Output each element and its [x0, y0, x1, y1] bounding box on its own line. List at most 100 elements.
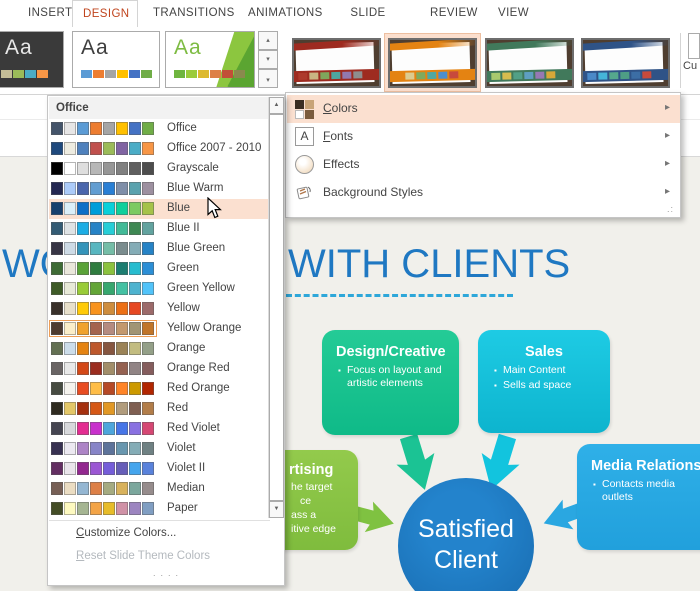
sales-title: Sales	[525, 344, 563, 360]
variant-thumbnail-1[interactable]	[292, 38, 381, 88]
tab-design[interactable]: DESIGN	[72, 0, 138, 27]
scheme-row-red[interactable]: Red	[49, 399, 269, 419]
advertising-bullet-fragment-4: itive edge	[291, 523, 336, 535]
menu-resize-grip[interactable]: .:	[667, 204, 674, 214]
themes-more-button[interactable]: ▾	[258, 69, 278, 88]
menu-item-label: Background Styles	[323, 185, 424, 199]
scheme-swatches	[51, 242, 155, 255]
scheme-row-green[interactable]: Green	[49, 259, 269, 279]
scheme-name: Red Orange	[167, 382, 230, 394]
scheme-row-yellow[interactable]: Yellow	[49, 299, 269, 319]
scheme-swatches	[51, 162, 155, 175]
satisfied-client-line2: Client	[434, 546, 498, 574]
scheme-swatches	[51, 382, 155, 395]
tab-review[interactable]: REVIEW	[420, 0, 477, 27]
scheme-name: Yellow Orange	[167, 322, 242, 334]
bullet-item: Main Content	[494, 364, 600, 377]
powerpoint-window: WO WITH CLIENTS Design/Creative Focus on…	[0, 0, 700, 591]
tab-slide-show[interactable]: SLIDE SHOW	[330, 0, 406, 46]
themes-scroll-down-button[interactable]: ▾	[258, 50, 278, 69]
scheme-row-yellow-orange[interactable]: Yellow Orange	[49, 319, 269, 339]
scheme-name: Blue Warm	[167, 182, 224, 194]
themes-scroll-up-button[interactable]: ▴	[258, 31, 278, 50]
media-relations-title: Media Relations	[591, 458, 700, 474]
scheme-name: Violet	[167, 442, 196, 454]
theme-thumbnail-light[interactable]: Aa	[72, 31, 160, 88]
scheme-swatches	[51, 462, 155, 475]
satisfied-client-line1: Satisfied	[418, 515, 514, 543]
scheme-row-paper[interactable]: Paper	[49, 499, 269, 519]
submenu-resize-grip[interactable]: · · · ·	[48, 570, 284, 580]
scrollbar-up-button[interactable]: ▲	[269, 97, 284, 114]
menu-item-colors[interactable]: Colors ▸	[287, 95, 680, 123]
scheme-row-orange-red[interactable]: Orange Red	[49, 359, 269, 379]
theme-color-strip	[81, 70, 152, 78]
menu-item-label: Effects	[323, 157, 360, 171]
tab-animations[interactable]: ANIMATIONS	[238, 0, 322, 27]
variant-thumbnail-4[interactable]	[581, 38, 670, 88]
scheme-row-office[interactable]: Office	[49, 119, 269, 139]
scrollbar-down-button[interactable]: ▼	[269, 501, 284, 518]
scheme-row-red-violet[interactable]: Red Violet	[49, 419, 269, 439]
scheme-row-violet[interactable]: Violet	[49, 439, 269, 459]
shape-media-relations[interactable]: Media Relations Contacts media outlets	[577, 444, 700, 550]
scheme-row-green-yellow[interactable]: Green Yellow	[49, 279, 269, 299]
menu-item-effects[interactable]: Effects ▸	[287, 151, 680, 179]
menu-item-background-styles[interactable]: Background Styles ▸	[287, 179, 680, 207]
scheme-row-violet-ii[interactable]: Violet II	[49, 459, 269, 479]
scheme-row-red-orange[interactable]: Red Orange	[49, 379, 269, 399]
scheme-row-orange[interactable]: Orange	[49, 339, 269, 359]
variant-thumbnail-3[interactable]	[485, 38, 574, 88]
theme-effects-icon	[295, 155, 314, 174]
scheme-row-blue[interactable]: Blue	[49, 199, 269, 219]
scheme-row-office-2007-2010[interactable]: Office 2007 - 2010	[49, 139, 269, 159]
scheme-row-blue-green[interactable]: Blue Green	[49, 239, 269, 259]
scheme-row-grayscale[interactable]: Grayscale	[49, 159, 269, 179]
ribbon: Aa Aa Aa ▴ ▾ ▾ Cu	[0, 27, 700, 95]
variant-thumbnail-2[interactable]	[388, 38, 477, 88]
background-styles-icon	[295, 183, 314, 202]
advertising-title-fragment: rtising	[289, 462, 334, 478]
slide-title-fragment-right[interactable]: WITH CLIENTS	[288, 242, 570, 287]
scheme-swatches	[51, 402, 155, 415]
colors-menu-header: Office	[49, 97, 270, 119]
scrollbar-thumb[interactable]	[269, 114, 284, 501]
customize-group-label-fragment: Cu	[683, 60, 698, 72]
shape-design-creative[interactable]: Design/Creative Focus on layout and arti…	[322, 330, 459, 435]
chevron-right-icon: ▸	[664, 102, 670, 113]
scheme-swatches	[51, 482, 155, 495]
scheme-name: Median	[167, 482, 205, 494]
scheme-name: Office	[167, 122, 197, 134]
scheme-swatches	[51, 262, 155, 275]
scheme-row-blue-ii[interactable]: Blue II	[49, 219, 269, 239]
scheme-name: Green	[167, 262, 199, 274]
scheme-name: Yellow	[167, 302, 200, 314]
menu-item-fonts[interactable]: A Fonts ▸	[287, 123, 680, 151]
scheme-name: Green Yellow	[167, 282, 235, 294]
tab-insert[interactable]: INSERT	[18, 0, 72, 27]
scheme-swatches	[51, 342, 155, 355]
scheme-name: Red	[167, 402, 189, 414]
reset-slide-theme-colors-command: Reset Slide Theme Colors	[76, 550, 211, 562]
scheme-name: Red Violet	[167, 422, 220, 434]
scheme-row-median[interactable]: Median	[49, 479, 269, 499]
scheme-swatches	[51, 302, 155, 315]
shape-sales[interactable]: Sales Main Content Sells ad space	[478, 330, 610, 433]
advertising-bullet-fragment-1: he target	[291, 481, 333, 493]
theme-thumbnail-green[interactable]: Aa	[165, 31, 255, 88]
tab-transitions[interactable]: TRANSITIONS	[143, 0, 234, 27]
customize-group-button-cut[interactable]	[688, 33, 700, 59]
tab-view[interactable]: VIEW	[488, 0, 530, 27]
colors-menu-scrollbar[interactable]: ▲ ▼	[268, 97, 284, 518]
scheme-name: Orange Red	[167, 362, 230, 374]
menu-separator	[49, 520, 270, 521]
scheme-name: Orange	[167, 342, 206, 354]
theme-colors-icon	[295, 99, 314, 119]
scheme-name: Blue II	[167, 222, 200, 234]
customize-colors-command[interactable]: Customize Colors...	[76, 527, 176, 539]
scheme-row-blue-warm[interactable]: Blue Warm	[49, 179, 269, 199]
design-creative-title: Design/Creative	[336, 344, 446, 360]
theme-color-strip	[174, 70, 245, 78]
theme-thumbnail-dark[interactable]: Aa	[0, 31, 64, 88]
scheme-swatches	[51, 222, 155, 235]
